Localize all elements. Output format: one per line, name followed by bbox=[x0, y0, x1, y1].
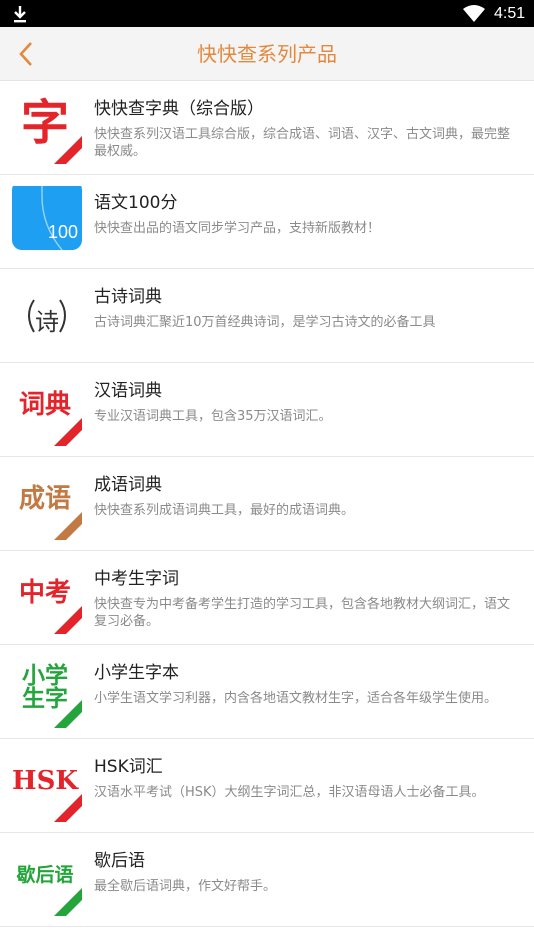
yuwen-logo: 100 bbox=[12, 180, 82, 258]
status-bar: 4:51 bbox=[0, 0, 534, 27]
xiehouyu-logo: 歇后语 bbox=[12, 844, 82, 916]
product-item-zhongkao[interactable]: 中考 中考生字词 快快查专为中考备考学生打造的学习工具，包含各地教材大纲词汇，语… bbox=[0, 551, 534, 645]
product-desc: 专业汉语词典工具，包含35万汉语词汇。 bbox=[94, 409, 332, 424]
ribbon-badge bbox=[52, 416, 82, 446]
chengyu-logo: 成语 bbox=[12, 468, 82, 540]
ribbon-badge bbox=[52, 886, 82, 916]
ribbon-badge bbox=[52, 134, 82, 164]
app-bar: 快快查系列产品 bbox=[0, 27, 534, 81]
product-desc: 快快查专为中考备考学生打造的学习工具，包含各地教材大纲词汇，语文复习必备。 bbox=[94, 597, 511, 629]
product-desc: 汉语水平考试（HSK）大纲生字词汇总，非汉语母语人士必备工具。 bbox=[94, 785, 485, 800]
product-name: 中考生字词 bbox=[94, 569, 179, 589]
zidian-logo: 字 bbox=[12, 92, 82, 164]
product-name: 歇后语 bbox=[94, 851, 145, 871]
product-item-zidian[interactable]: 字 快快查字典（综合版） 快快查系列汉语工具综合版，综合成语、词语、汉字、古文词… bbox=[0, 81, 534, 175]
product-item-xiehouyu[interactable]: 歇后语 歇后语 最全歇后语词典，作文好帮手。 bbox=[0, 833, 534, 927]
product-item-xiaoxue[interactable]: 小学 生字 小学生字本 小学生语文学习利器，内含各地语文教材生字，适合各年级学生… bbox=[0, 645, 534, 739]
product-desc: 快快查系列汉语工具综合版，综合成语、词语、汉字、古文词典，最完整最权威。 bbox=[94, 127, 511, 159]
hsk-logo: HSK bbox=[12, 750, 82, 822]
xiaoxue-logo: 小学 生字 bbox=[12, 656, 82, 728]
product-list: 字 快快查字典（综合版） 快快查系列汉语工具综合版，综合成语、词语、汉字、古文词… bbox=[0, 81, 534, 927]
download-icon bbox=[14, 6, 26, 23]
product-name: 古诗词典 bbox=[94, 287, 162, 307]
product-desc: 小学生语文学习利器，内含各地语文教材生字，适合各年级学生使用。 bbox=[94, 691, 498, 706]
product-item-yuwen[interactable]: 100 语文100分 快快查出品的语文同步学习产品，支持新版教材！ bbox=[0, 175, 534, 269]
product-item-gushi[interactable]: 诗 古诗词典 古诗词典汇聚近10万首经典诗词，是学习古诗文的必备工具 bbox=[0, 269, 534, 363]
product-name: 快快查字典（综合版） bbox=[94, 99, 264, 119]
product-desc: 快快查出品的语文同步学习产品，支持新版教材！ bbox=[94, 221, 381, 236]
hanyu-logo: 词典 bbox=[12, 374, 82, 446]
product-desc: 最全歇后语词典，作文好帮手。 bbox=[94, 879, 277, 894]
xiaoxue-logo-line1: 小学 bbox=[22, 662, 68, 689]
product-name: HSK词汇 bbox=[94, 757, 163, 777]
ribbon-badge bbox=[52, 604, 82, 634]
page-title: 快快查系列产品 bbox=[197, 42, 337, 66]
product-item-hanyu[interactable]: 词典 汉语词典 专业汉语词典工具，包含35万汉语词汇。 bbox=[0, 363, 534, 457]
ribbon-badge bbox=[52, 510, 82, 540]
status-time: 4:51 bbox=[494, 5, 526, 22]
product-item-hsk[interactable]: HSK HSK词汇 汉语水平考试（HSK）大纲生字词汇总，非汉语母语人士必备工具… bbox=[0, 739, 534, 833]
gushi-logo: 诗 bbox=[12, 280, 82, 352]
product-name: 小学生字本 bbox=[94, 663, 179, 683]
ribbon-badge bbox=[52, 792, 82, 822]
product-name: 成语词典 bbox=[94, 475, 162, 495]
product-desc: 快快查系列成语词典工具，最好的成语词典。 bbox=[94, 503, 355, 518]
yuwen-logo-text: 100 bbox=[48, 222, 79, 242]
zhongkao-logo: 中考 bbox=[12, 562, 82, 634]
gushi-logo-text: 诗 bbox=[35, 308, 59, 336]
ribbon-badge bbox=[52, 698, 82, 728]
wifi-icon bbox=[463, 5, 485, 22]
product-name: 汉语词典 bbox=[94, 381, 162, 401]
product-desc: 古诗词典汇聚近10万首经典诗词，是学习古诗文的必备工具 bbox=[94, 315, 436, 330]
product-name: 语文100分 bbox=[94, 193, 178, 213]
product-item-chengyu[interactable]: 成语 成语词典 快快查系列成语词典工具，最好的成语词典。 bbox=[0, 457, 534, 551]
